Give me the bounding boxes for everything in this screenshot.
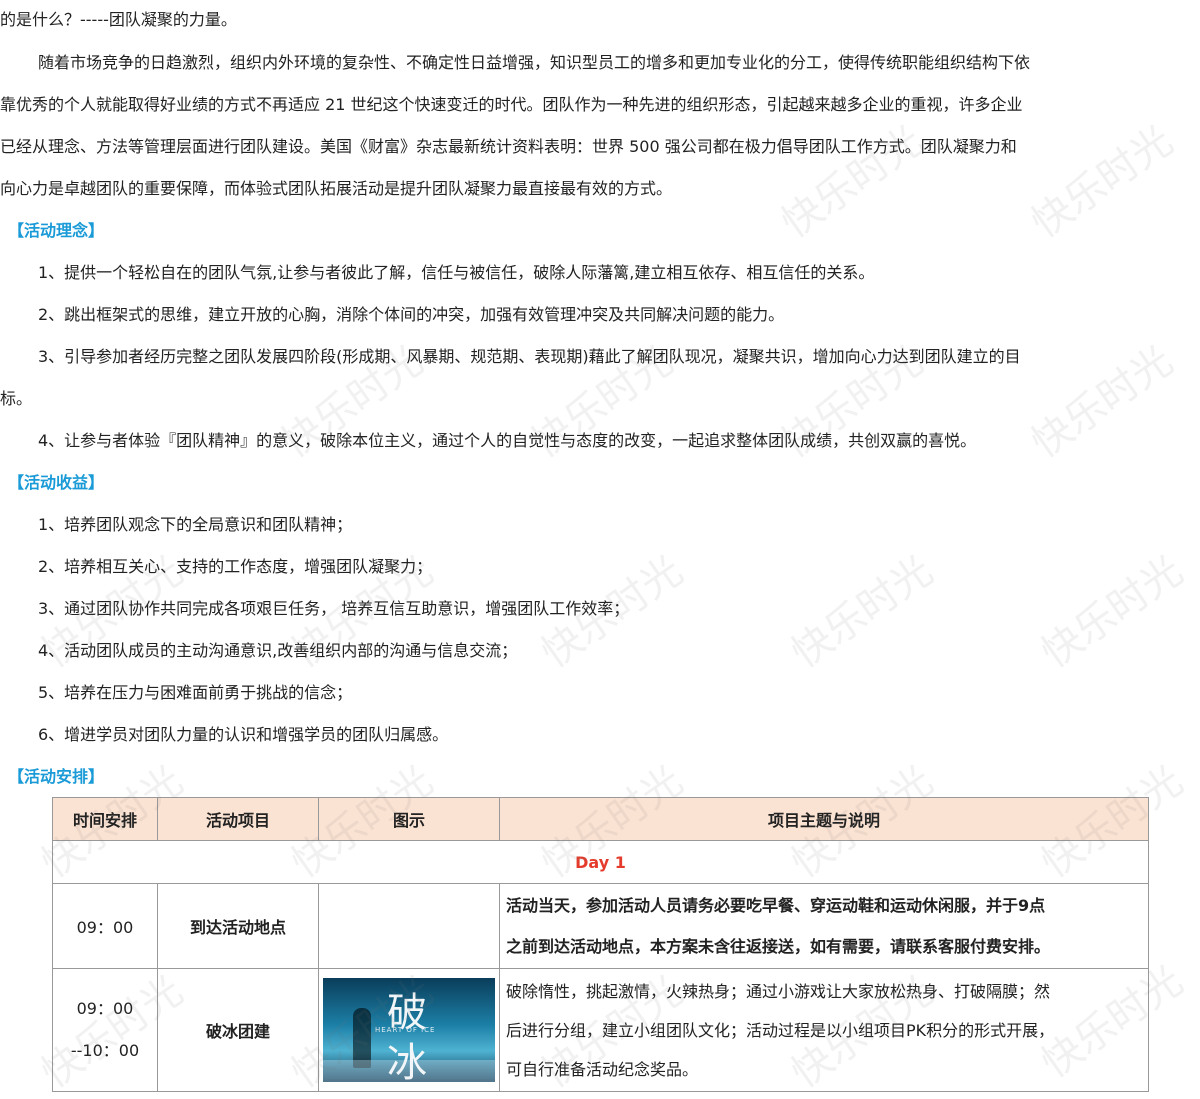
philosophy-item: 2、跳出框架式的思维，建立开放的心胸，消除个体间的冲突，加强有效管理冲突及共同解… (38, 305, 785, 324)
watermark: 快乐时光 (773, 117, 932, 248)
schedule-heading: 【活动安排】 (8, 767, 105, 786)
intro-line-1: 随着市场竞争的日趋激烈，组织内外环境的复杂性、不确定性日益增强，知识型员工的增多… (38, 53, 1031, 72)
table-row: 09：00 到达活动地点 活动当天，参加活动人员请务必要吃早餐、穿运动鞋和运动休… (52, 883, 1149, 969)
watermark: 快乐时光 (1023, 117, 1182, 248)
row-description: 破除惰性，挑起激情，火辣热身；通过小游戏让大家放松热身、打破隔膜；然 后进行分组… (499, 968, 1149, 1092)
watermark: 快乐时光 (1023, 337, 1182, 468)
day-label: Day 1 (52, 840, 1149, 884)
table-row: 09：00 --10：00 破冰团建 破 HEART OF ICE 冰 破除惰性… (52, 968, 1149, 1092)
benefits-item: 4、活动团队成员的主动沟通意识,改善组织内部的沟通与信息交流； (38, 641, 518, 660)
header-description: 项目主题与说明 (499, 797, 1149, 841)
row-time: 09：00 (52, 883, 158, 969)
row-time: 09：00 --10：00 (52, 968, 158, 1092)
time-start: 09：00 (76, 999, 134, 1018)
intro-line-4: 向心力是卓越团队的重要保障，而体验式团队拓展活动是提升团队凝聚力最直接最有效的方… (0, 179, 673, 198)
figure-silhouette (353, 1008, 371, 1068)
philosophy-item-continued: 标。 (0, 389, 33, 408)
benefits-item: 6、增进学员对团队力量的认识和增强学员的团队归属感。 (38, 725, 449, 744)
watermark: 快乐时光 (1033, 547, 1192, 678)
header-activity: 活动项目 (157, 797, 319, 841)
benefits-item: 1、培养团队观念下的全局意识和团队精神； (38, 515, 353, 534)
image-title-char-2: 冰 (387, 1040, 427, 1082)
philosophy-item: 1、提供一个轻松自在的团队气氛,让参与者彼此了解，信任与被信任，破除人际藩篱,建… (38, 263, 875, 282)
day-row: Day 1 (52, 840, 1149, 884)
desc-line: 可自行准备活动纪念奖品。 (506, 1059, 699, 1079)
benefits-heading: 【活动收益】 (8, 473, 105, 492)
row-activity: 破冰团建 (157, 968, 319, 1092)
benefits-item: 3、通过团队协作共同完成各项艰巨任务， 培养互信互助意识，增强团队工作效率； (38, 599, 630, 618)
intro-line-3: 已经从理念、方法等管理层面进行团队建设。美国《财富》杂志最新统计资料表明：世界 … (0, 137, 1017, 156)
benefits-item: 2、培养相互关心、支持的工作态度，增强团队凝聚力； (38, 557, 433, 576)
row-image: 破 HEART OF ICE 冰 (318, 968, 500, 1092)
time-end: --10：00 (70, 1041, 140, 1060)
desc-line: 活动当天，参加活动人员请务必要吃早餐、穿运动鞋和运动休闲服，并于9点 (506, 896, 1046, 915)
header-image: 图示 (318, 797, 500, 841)
philosophy-item: 4、让参与者体验『团队精神』的意义，破除本位主义，通过个人的自觉性与态度的改变，… (38, 431, 977, 450)
intro-line-0: 的是什么？-----团队凝聚的力量。 (0, 10, 237, 29)
benefits-item: 5、培养在压力与困难面前勇于挑战的信念； (38, 683, 353, 702)
philosophy-item: 3、引导参加者经历完整之团队发展四阶段(形成期、风暴期、规范期、表现期)藉此了解… (38, 347, 1021, 366)
philosophy-heading: 【活动理念】 (8, 221, 105, 240)
desc-line: 后进行分组，建立小组团队文化；活动过程是以小组项目PK积分的形式开展， (506, 1020, 1055, 1040)
desc-line: 破除惰性，挑起激情，火辣热身；通过小游戏让大家放松热身、打破隔膜；然 (506, 981, 1051, 1001)
watermark: 快乐时光 (783, 547, 942, 678)
icebreaker-image: 破 HEART OF ICE 冰 (323, 978, 495, 1082)
row-description: 活动当天，参加活动人员请务必要吃早餐、穿运动鞋和运动休闲服，并于9点 之前到达活… (499, 883, 1149, 969)
schedule-table: 时间安排 活动项目 图示 项目主题与说明 Day 1 09：00 到达活动地点 … (52, 797, 1149, 1092)
table-header-row: 时间安排 活动项目 图示 项目主题与说明 (52, 797, 1149, 841)
header-time: 时间安排 (52, 797, 158, 841)
row-image-empty (318, 883, 500, 969)
row-activity: 到达活动地点 (157, 883, 319, 969)
desc-line: 之前到达活动地点，本方案未含往返接送，如有需要，请联系客服付费安排。 (506, 937, 1051, 956)
intro-line-2: 靠优秀的个人就能取得好业绩的方式不再适应 21 世纪这个快速变迁的时代。团队作为… (0, 95, 1023, 114)
